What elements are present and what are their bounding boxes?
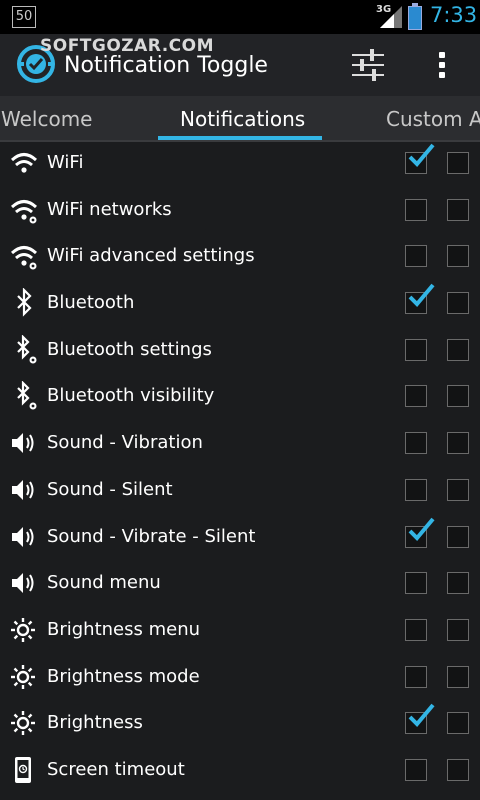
list-item[interactable]: Brightness (0, 700, 480, 747)
speaker-icon (12, 573, 34, 594)
notification-badge: 50 (12, 6, 36, 28)
secondary-checkbox[interactable] (447, 478, 469, 501)
list-item[interactable]: WiFi networks (0, 187, 480, 234)
list-item[interactable]: Brightness mode (0, 654, 480, 701)
tab-notifications[interactable]: Notifications (180, 107, 305, 131)
list-item[interactable]: WiFi advanced settings (0, 233, 480, 280)
notification-checkbox[interactable] (405, 432, 427, 455)
list-item[interactable]: Sound menu (0, 560, 480, 607)
wifi-settings-icon (10, 199, 38, 224)
check-mark-icon (408, 703, 435, 728)
clock: 7:33 (430, 3, 478, 27)
notification-checkbox[interactable] (405, 338, 427, 361)
secondary-checkbox[interactable] (447, 432, 469, 455)
secondary-checkbox[interactable] (447, 618, 469, 641)
notification-checkbox[interactable] (405, 517, 435, 548)
tab-custom[interactable]: Custom A (386, 107, 480, 131)
list-item[interactable]: Bluetooth settings (0, 327, 480, 374)
secondary-checkbox[interactable] (447, 152, 469, 174)
secondary-checkbox[interactable] (447, 198, 469, 221)
brightness-icon (11, 711, 35, 736)
overflow-dot (439, 72, 445, 78)
brightness-icon (11, 664, 35, 689)
watermark: SOFTGOZAR.COM (40, 36, 215, 56)
bluetooth-settings-icon (17, 381, 37, 410)
secondary-checkbox[interactable] (447, 385, 469, 408)
app-title: Notification Toggle (64, 53, 268, 78)
status-bar: 50 3G 7:33 (0, 0, 480, 34)
notification-checkbox[interactable] (405, 245, 427, 268)
list-item[interactable]: Sound - Vibrate - Silent (0, 514, 480, 561)
speaker-icon (12, 433, 34, 454)
check-mark-icon (408, 143, 435, 167)
sliders-icon[interactable] (350, 48, 386, 82)
list-item-label: WiFi (47, 152, 84, 173)
notification-checkbox[interactable] (405, 143, 435, 174)
brightness-icon (11, 617, 35, 642)
notification-checkbox[interactable] (405, 478, 427, 501)
list-item[interactable]: Brightness menu (0, 607, 480, 654)
notification-list: WiFi WiFi networks WiFi advanced settings B… (0, 140, 480, 794)
notification-checkbox[interactable] (405, 385, 427, 408)
check-mark-icon (408, 517, 435, 541)
list-item-label: Sound - Silent (47, 478, 173, 500)
secondary-checkbox[interactable] (447, 758, 469, 781)
check-mark-icon (408, 283, 435, 308)
signal-icon (380, 6, 402, 28)
secondary-checkbox[interactable] (447, 338, 469, 361)
list-item-label: Brightness (47, 712, 143, 734)
list-item-label: Bluetooth visibility (47, 385, 215, 407)
list-item-label: Bluetooth (47, 292, 135, 314)
list-item[interactable]: WiFi (0, 140, 480, 187)
overflow-menu-icon[interactable] (430, 48, 454, 82)
notification-checkbox[interactable] (405, 665, 427, 688)
screen-timeout-icon (15, 756, 31, 783)
list-item[interactable]: Screen timeout (0, 747, 480, 794)
list-item-label: Brightness menu (47, 618, 201, 640)
list-item-label: Bluetooth settings (47, 338, 212, 360)
bluetooth-settings-icon (17, 334, 37, 364)
list-item[interactable]: Bluetooth (0, 280, 480, 327)
secondary-checkbox[interactable] (447, 572, 469, 595)
notification-checkbox[interactable] (405, 618, 427, 641)
secondary-checkbox[interactable] (447, 292, 469, 315)
list-item-label: Screen timeout (47, 758, 185, 780)
list-item[interactable]: Sound - Silent (0, 467, 480, 514)
secondary-checkbox[interactable] (447, 525, 469, 548)
battery-icon (408, 3, 422, 30)
overflow-dot (439, 52, 445, 58)
speaker-icon (12, 479, 34, 500)
notification-checkbox[interactable] (405, 198, 427, 221)
list-item-label: Sound menu (47, 572, 161, 594)
list-item-label: Brightness mode (47, 665, 200, 687)
secondary-checkbox[interactable] (447, 245, 469, 268)
tab-welcome[interactable]: Welcome (1, 107, 92, 131)
secondary-checkbox[interactable] (447, 712, 469, 735)
overflow-dot (439, 62, 445, 68)
notification-checkbox[interactable] (405, 758, 427, 781)
speaker-icon (12, 526, 34, 547)
notification-checkbox[interactable] (405, 572, 427, 595)
notification-checkbox[interactable] (405, 703, 435, 735)
bluetooth-icon (17, 288, 32, 317)
secondary-checkbox[interactable] (447, 665, 469, 688)
notification-checkbox[interactable] (405, 283, 435, 315)
list-item-label: Sound - Vibrate - Silent (47, 525, 256, 547)
list-item[interactable]: Bluetooth visibility (0, 373, 480, 420)
list-item[interactable]: Sound - Vibration (0, 420, 480, 467)
wifi-settings-icon (10, 246, 38, 270)
list-item-label: Sound - Vibration (47, 432, 203, 454)
list-item-label: WiFi networks (47, 198, 172, 220)
wifi-icon (10, 153, 38, 173)
list-item-label: WiFi advanced settings (47, 245, 255, 267)
